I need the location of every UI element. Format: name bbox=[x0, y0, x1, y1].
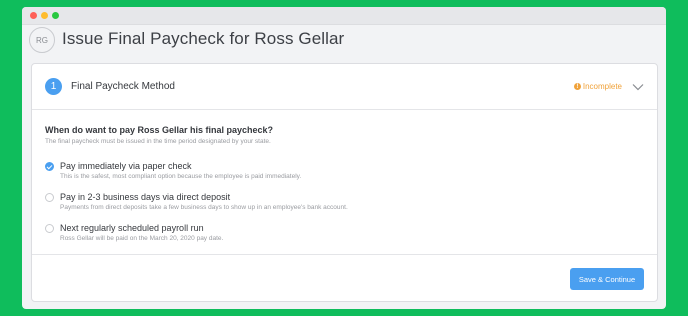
radio-next-payroll[interactable] bbox=[45, 224, 54, 233]
chevron-down-icon[interactable] bbox=[632, 83, 644, 91]
option-label: Next regularly scheduled payroll run bbox=[60, 223, 204, 233]
window-titlebar bbox=[22, 7, 666, 25]
card-footer: Save & Continue bbox=[32, 254, 657, 303]
step-title: Final Paycheck Method bbox=[71, 81, 175, 92]
status-text: Incomplete bbox=[582, 82, 622, 91]
form-hint: The final paycheck must be issued in the… bbox=[45, 138, 271, 145]
step-number-badge: 1 bbox=[45, 78, 62, 95]
radio-direct-deposit[interactable] bbox=[45, 193, 54, 202]
warning-icon: ! bbox=[573, 83, 581, 90]
form-question: When do want to pay Ross Gellar his fina… bbox=[45, 125, 274, 135]
minimize-window-button[interactable] bbox=[41, 12, 48, 19]
option-description: This is the safest, most compliant optio… bbox=[60, 173, 302, 180]
step-header[interactable]: 1 Final Paycheck Method ! Incomplete bbox=[32, 64, 657, 110]
status-badge: ! Incomplete bbox=[573, 82, 644, 91]
option-description: Payments from direct deposits take a few… bbox=[60, 204, 348, 211]
option-description: Ross Gellar will be paid on the March 20… bbox=[60, 235, 224, 242]
save-and-continue-button[interactable]: Save & Continue bbox=[570, 268, 644, 290]
maximize-window-button[interactable] bbox=[52, 12, 59, 19]
avatar: RG bbox=[29, 27, 55, 53]
page-title: Issue Final Paycheck for Ross Gellar bbox=[62, 29, 345, 48]
close-window-button[interactable] bbox=[30, 12, 37, 19]
app-window: RG Issue Final Paycheck for Ross Gellar … bbox=[22, 7, 666, 309]
final-paycheck-method-card: 1 Final Paycheck Method ! Incomplete Whe… bbox=[31, 63, 658, 302]
option-label: Pay immediately via paper check bbox=[60, 161, 192, 171]
option-label: Pay in 2-3 business days via direct depo… bbox=[60, 192, 231, 202]
radio-paper-check[interactable] bbox=[45, 162, 54, 171]
